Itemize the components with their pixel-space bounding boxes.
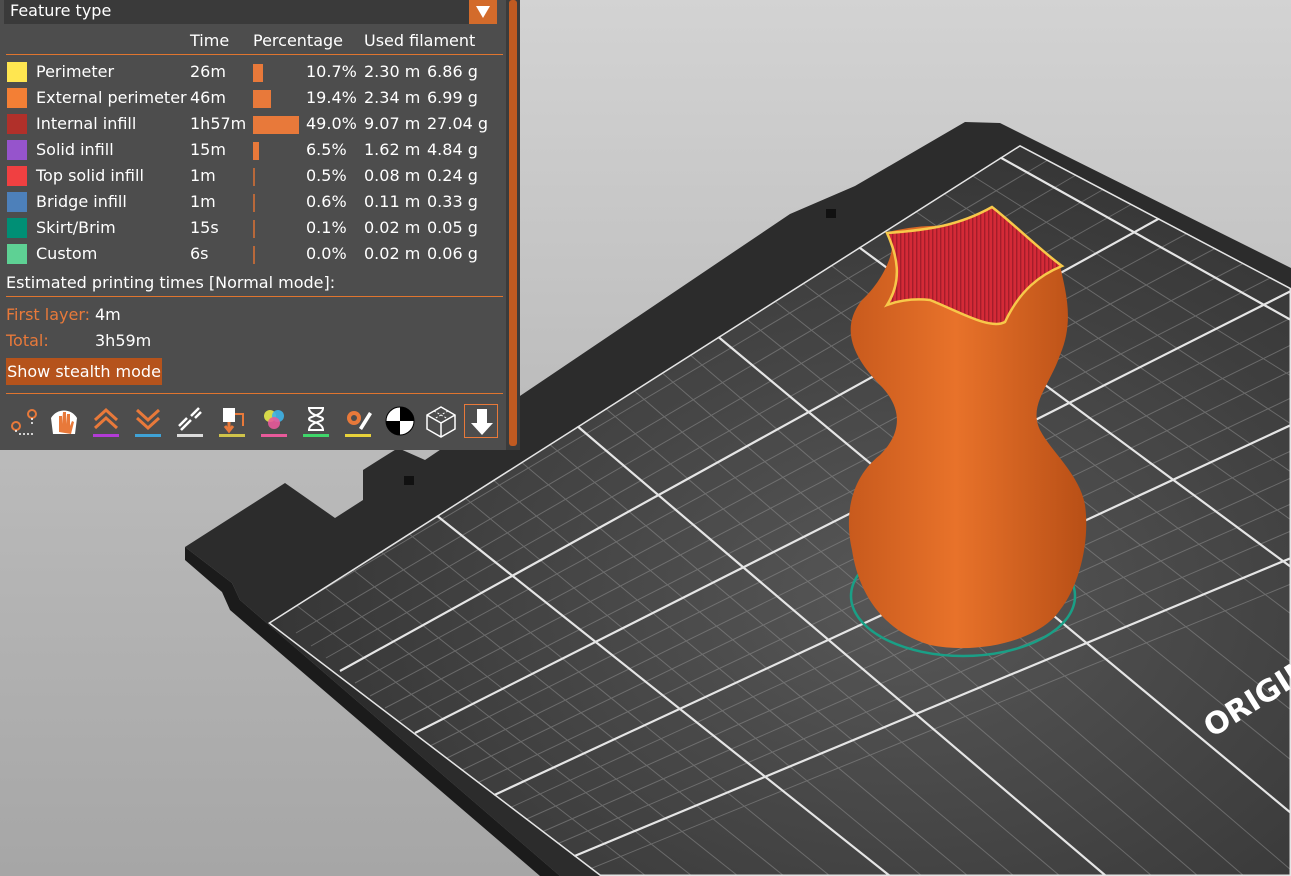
color-swatch [7, 166, 27, 186]
percentage-bar [253, 64, 263, 82]
feature-row[interactable]: Skirt/Brim 15s 0.1% 0.02 m 0.05 g [0, 214, 506, 240]
tool-marker-icon[interactable] [464, 404, 498, 438]
feature-name: External perimeter [36, 88, 187, 107]
total-label: Total: [6, 331, 49, 350]
wipe-icon[interactable] [47, 404, 81, 438]
header-divider [6, 54, 503, 55]
feature-row[interactable]: External perimeter 46m 19.4% 2.34 m 6.99 g [0, 84, 506, 110]
feature-name: Bridge infill [36, 192, 127, 211]
feature-weight: 0.06 g [427, 244, 478, 263]
color-swatch [7, 218, 27, 238]
custom-gcodes-icon[interactable] [341, 404, 375, 438]
feature-time: 46m [190, 88, 226, 107]
view-type-label: Feature type [10, 1, 112, 20]
color-swatch [7, 140, 27, 160]
feature-name: Perimeter [36, 62, 115, 81]
feature-weight: 0.24 g [427, 166, 478, 185]
feature-percentage: 0.0% [306, 244, 347, 263]
feature-weight: 0.33 g [427, 192, 478, 211]
feature-length: 0.02 m [364, 218, 421, 237]
feature-name: Skirt/Brim [36, 218, 116, 237]
color-swatch [7, 244, 27, 264]
legend-panel: Feature type Time Percentage Used filame… [0, 0, 506, 450]
color-swatch [7, 62, 27, 82]
shells-icon[interactable] [424, 404, 458, 438]
travel-icon[interactable] [6, 404, 40, 438]
feature-row[interactable]: Internal infill 1h57m 49.0% 9.07 m 27.04 g [0, 110, 506, 136]
feature-percentage: 0.5% [306, 166, 347, 185]
feature-percentage: 0.6% [306, 192, 347, 211]
feature-length: 0.08 m [364, 166, 421, 185]
estimates-divider [6, 296, 503, 297]
percentage-bar [253, 220, 255, 238]
panel-scrollbar-thumb[interactable] [509, 0, 517, 446]
feature-percentage: 0.1% [306, 218, 347, 237]
feature-row[interactable]: Top solid infill 1m 0.5% 0.08 m 0.24 g [0, 162, 506, 188]
percentage-bar [253, 168, 255, 186]
feature-length: 2.30 m [364, 62, 421, 81]
center-of-gravity-icon[interactable] [383, 404, 417, 438]
estimates-heading: Estimated printing times [Normal mode]: [6, 273, 336, 292]
header-percentage: Percentage [253, 31, 344, 50]
feature-name: Internal infill [36, 114, 137, 133]
tool-changes-icon[interactable] [215, 404, 249, 438]
header-time: Time [190, 31, 230, 50]
first-layer-value: 4m [95, 305, 121, 324]
color-swatch [7, 114, 27, 134]
feature-weight: 27.04 g [427, 114, 489, 133]
feature-percentage: 10.7% [306, 62, 357, 81]
chevron-down-icon[interactable] [469, 0, 497, 24]
first-layer-label: First layer: [6, 305, 91, 324]
feature-time: 1m [190, 166, 216, 185]
feature-row[interactable]: Custom 6s 0.0% 0.02 m 0.06 g [0, 240, 506, 266]
feature-row[interactable]: Solid infill 15m 6.5% 1.62 m 4.84 g [0, 136, 506, 162]
feature-length: 2.34 m [364, 88, 421, 107]
feature-time: 6s [190, 244, 209, 263]
feature-percentage: 19.4% [306, 88, 357, 107]
color-swatch [7, 192, 27, 212]
percentage-bar [253, 194, 255, 212]
show-stealth-mode-button[interactable]: Show stealth mode [6, 358, 162, 385]
total-value: 3h59m [95, 331, 152, 350]
feature-time: 15s [190, 218, 219, 237]
feature-row[interactable]: Perimeter 26m 10.7% 2.30 m 6.86 g [0, 58, 506, 84]
feature-percentage: 6.5% [306, 140, 347, 159]
percentage-bar [253, 142, 259, 160]
feature-length: 9.07 m [364, 114, 421, 133]
retractions-icon[interactable] [89, 404, 123, 438]
color-changes-icon[interactable] [257, 404, 291, 438]
feature-weight: 6.99 g [427, 88, 478, 107]
percentage-bar [253, 246, 255, 264]
feature-name: Solid infill [36, 140, 114, 159]
feature-time: 26m [190, 62, 226, 81]
color-swatch [7, 88, 27, 108]
feature-percentage: 49.0% [306, 114, 357, 133]
feature-length: 0.02 m [364, 244, 421, 263]
feature-name: Top solid infill [36, 166, 144, 185]
feature-length: 1.62 m [364, 140, 421, 159]
feature-weight: 6.86 g [427, 62, 478, 81]
feature-weight: 0.05 g [427, 218, 478, 237]
percentage-bar [253, 116, 299, 134]
header-used-filament: Used filament [364, 31, 476, 50]
feature-time: 15m [190, 140, 226, 159]
feature-name: Custom [36, 244, 98, 263]
view-type-dropdown[interactable]: Feature type [4, 0, 497, 24]
feature-time: 1m [190, 192, 216, 211]
deretractions-icon[interactable] [131, 404, 165, 438]
feature-length: 0.11 m [364, 192, 421, 211]
feature-time: 1h57m [190, 114, 247, 133]
feature-row[interactable]: Bridge infill 1m 0.6% 0.11 m 0.33 g [0, 188, 506, 214]
feature-weight: 4.84 g [427, 140, 478, 159]
seams-icon[interactable] [173, 404, 207, 438]
pause-prints-icon[interactable] [299, 404, 333, 438]
percentage-bar [253, 90, 271, 108]
toolbar-divider [6, 393, 503, 394]
